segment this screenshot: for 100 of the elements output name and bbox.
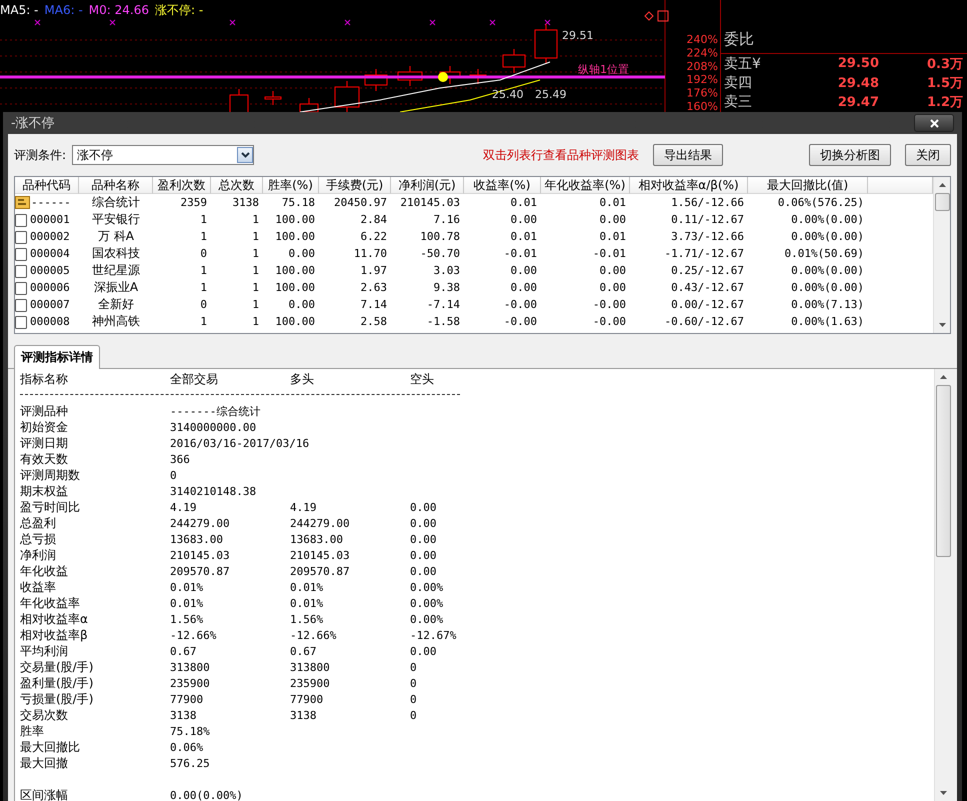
table-cell: 000005 — [30, 264, 70, 277]
column-header[interactable]: 相对收益率α/β(%) — [630, 177, 748, 194]
metric-value: 0 — [410, 693, 417, 706]
metric-value: 0.00 — [410, 501, 436, 514]
close-button[interactable] — [914, 114, 954, 132]
diamond-icon[interactable] — [644, 11, 654, 21]
table-cell: 0.00 — [600, 281, 626, 294]
table-cell: 100.00 — [275, 281, 315, 294]
metric-value: 3138 — [170, 709, 196, 722]
table-cell: 1 — [200, 264, 207, 277]
candlestick — [264, 90, 282, 106]
table-cell: 综合统计 — [92, 194, 140, 211]
metric-name: 盈亏时间比 — [20, 499, 80, 516]
metric-name: 胜率 — [20, 723, 44, 740]
table-cell: -0.00 — [592, 315, 626, 328]
metric-value: -12.67% — [410, 629, 456, 642]
metric-value: 0 — [410, 709, 417, 722]
condition-dropdown[interactable]: 涨不停 — [72, 145, 254, 165]
table-cell: 100.00 — [275, 315, 315, 328]
table-cell: 1 — [252, 281, 259, 294]
metric-value: 0.00 — [410, 517, 436, 530]
table-cell: 1 — [252, 298, 259, 311]
metric-value: 313800 — [170, 661, 210, 674]
table-cell: 0.00 — [510, 264, 537, 277]
table-cell: 0.00%(7.13) — [791, 298, 864, 311]
candlestick — [534, 24, 558, 64]
table-cell: 0.00 — [288, 247, 315, 260]
metric-value: 2016/03/16-2017/03/16 — [170, 437, 310, 450]
table-cell: 2.58 — [360, 315, 387, 328]
column-header[interactable]: 品种名称 — [79, 177, 153, 194]
table-cell: -7.14 — [426, 298, 460, 311]
metric-value: 209570.87 — [290, 565, 350, 578]
table-cell: 1 — [252, 264, 259, 277]
column-header[interactable]: 品种代码 — [15, 177, 79, 194]
tab[interactable]: 评测指标详情 — [14, 345, 100, 369]
axis-label: 192% — [686, 73, 718, 86]
metric-value: 3138 — [290, 709, 316, 722]
table-cell: 0.00%(0.00) — [791, 281, 864, 294]
column-header[interactable]: 总次数 — [211, 177, 263, 194]
table-cell: 0.00 — [600, 264, 626, 277]
metric-value: 1.56% — [290, 613, 324, 626]
column-header[interactable]: 盈利次数 — [153, 177, 211, 194]
table-cell: 000007 — [30, 298, 70, 311]
price-label: 25.49 — [535, 88, 566, 101]
metric-value: 235900 — [290, 677, 330, 690]
column-header[interactable]: 年化收益率(%) — [541, 177, 630, 194]
scroll-thumb[interactable] — [936, 385, 950, 557]
metric-name: 净利润 — [20, 547, 56, 564]
ask-price: 29.47 — [836, 94, 879, 110]
dialog-button[interactable]: 关闭 — [905, 144, 951, 166]
metric-value: -12.66% — [290, 629, 336, 642]
axis-label: 176% — [686, 86, 718, 100]
table-cell: 1 — [200, 213, 207, 226]
scroll-down-arrow-icon[interactable] — [938, 323, 946, 327]
dialog-button[interactable]: 导出结果 — [653, 144, 723, 166]
table-cell: 神州高铁 — [92, 313, 140, 330]
scrollbar[interactable] — [933, 177, 950, 333]
table-cell: 20450.97 — [334, 196, 387, 209]
dialog-button[interactable]: 切换分析图 — [809, 144, 891, 166]
table-cell: 100.00 — [275, 264, 315, 277]
scrollbar[interactable] — [934, 369, 951, 801]
table-cell: 000001 — [30, 213, 70, 226]
column-header[interactable]: 最大回撤比(值) — [748, 177, 868, 194]
column-header[interactable]: 胜率(%) — [263, 177, 319, 194]
table-cell: 0 — [200, 247, 207, 260]
indicator-legend: 涨不停: - — [154, 3, 204, 17]
table-cell: 0.00/-12.67 — [671, 298, 744, 311]
scroll-up-arrow-icon[interactable] — [940, 375, 946, 379]
scroll-down-arrow-icon[interactable] — [940, 791, 946, 795]
table-cell: 000002 — [30, 230, 70, 243]
indicator-legend: MA5: - — [0, 3, 38, 17]
table-cell: 1 — [252, 230, 259, 243]
metric-name: 最大回撤比 — [20, 739, 80, 756]
scroll-thumb[interactable] — [934, 193, 950, 211]
table-cell: 100.00 — [275, 230, 315, 243]
table-cell: 000004 — [30, 247, 70, 260]
metric-value: 0.00 — [410, 533, 436, 546]
table-cell: 000006 — [30, 281, 70, 294]
table-cell: 1.56/-12.66 — [671, 196, 744, 209]
window-toggle-icon[interactable] — [658, 10, 668, 22]
table-cell: 0.01 — [600, 196, 626, 209]
table-cell: 1 — [200, 315, 207, 328]
table-cell: 0.00 — [510, 213, 537, 226]
metric-value: 0.00% — [410, 613, 444, 626]
metric-value: 0.00(0.00%) — [170, 789, 243, 801]
cross-marker-icon — [490, 20, 496, 26]
metric-value: -12.66% — [170, 629, 216, 642]
column-header[interactable]: 收益率(%) — [464, 177, 541, 194]
metric-value: 0.01% — [290, 597, 324, 610]
cross-marker-icon — [544, 20, 550, 26]
close-icon — [930, 118, 938, 128]
metric-value: 0.00 — [410, 645, 436, 658]
column-header[interactable]: 手续费(元) — [319, 177, 391, 194]
ask-price: 29.48 — [836, 76, 879, 91]
column-header[interactable]: 净利润(元) — [391, 177, 464, 194]
table-cell: 210145.03 — [400, 196, 460, 209]
metric-value: 0.00% — [410, 597, 444, 610]
scroll-up-arrow-icon[interactable] — [938, 183, 946, 187]
metric-value: 244279.00 — [290, 517, 350, 530]
table-cell: 深振业A — [94, 279, 138, 296]
